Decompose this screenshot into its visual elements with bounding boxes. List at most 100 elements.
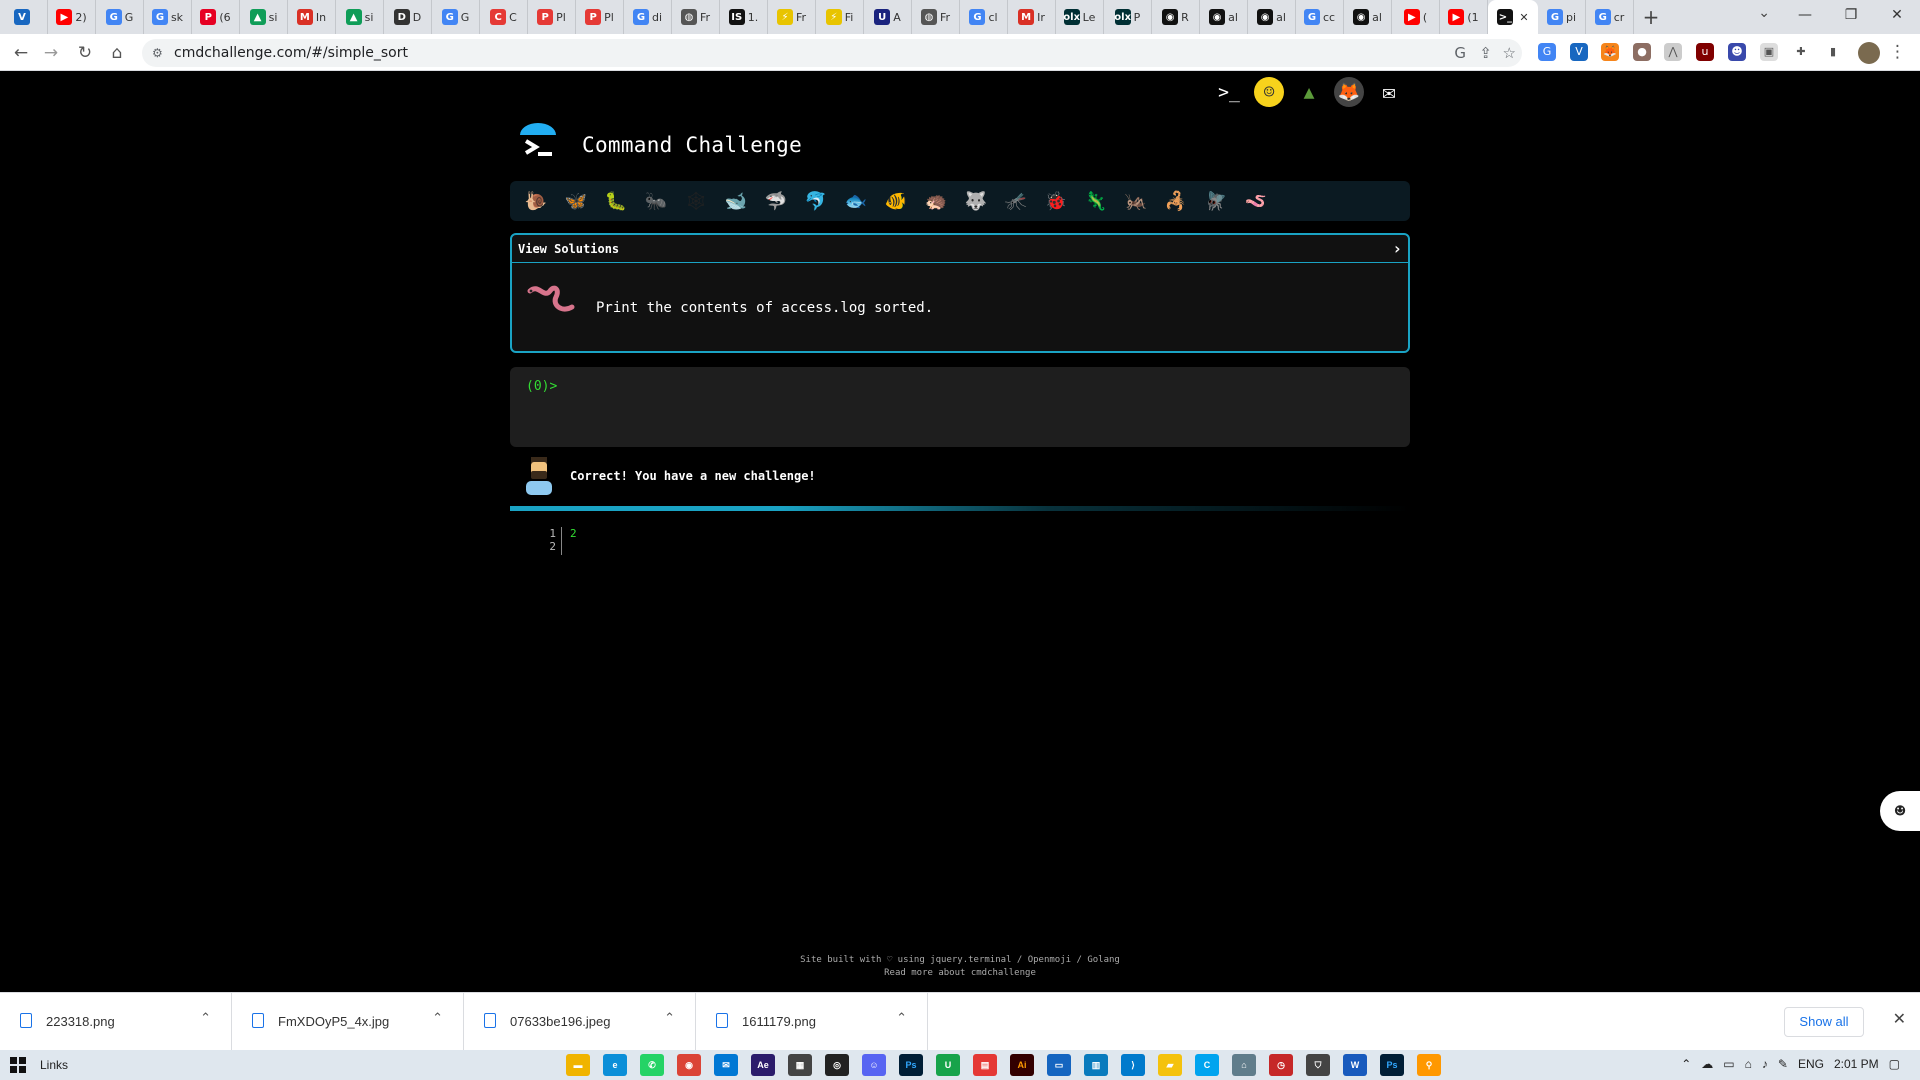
emoji-face-icon[interactable]: ☺ [1254, 77, 1284, 107]
worm-icon[interactable]: 🪱 [1236, 185, 1276, 217]
chevron-up-icon[interactable]: ⌃ [1681, 1057, 1691, 1071]
download-item[interactable]: 1611179.png ⌃ [696, 993, 928, 1050]
browser-tab[interactable]: ◍ Fr [912, 0, 960, 34]
notification-icon[interactable]: ▢ [1889, 1057, 1900, 1071]
download-item[interactable]: 223318.png ⌃ [0, 993, 232, 1050]
word-icon[interactable]: W [1343, 1054, 1367, 1076]
photoshop-icon[interactable]: Ps [1380, 1054, 1404, 1076]
bot-extension-icon[interactable]: ☻ [1728, 43, 1746, 61]
fish-icon[interactable]: 🐟 [836, 185, 876, 217]
footer-credits[interactable]: Site built with ♡ using jquery.terminal … [660, 954, 1260, 967]
caterpillar-icon[interactable]: 🐛 [596, 185, 636, 217]
ladybug-icon[interactable]: 🐞 [1036, 185, 1076, 217]
upwork-icon[interactable]: U [936, 1054, 960, 1076]
browser-tab[interactable]: GG [432, 0, 480, 34]
browser-tab[interactable]: ◍ Fr [672, 0, 720, 34]
browser-tab[interactable]: ◉ al [1344, 0, 1392, 34]
cloud-icon[interactable]: ☁ [1701, 1057, 1713, 1071]
browser-tab[interactable]: olx Le [1056, 0, 1104, 34]
browser-tab[interactable]: IS 1. [720, 0, 768, 34]
chat-bot-icon[interactable]: ☻ [1880, 791, 1920, 831]
browser-tab[interactable]: V [0, 0, 48, 34]
gitlab-icon[interactable]: 🦊 [1334, 77, 1364, 107]
browser-tab[interactable]: Gcl [960, 0, 1008, 34]
new-tab-button[interactable]: + [1634, 5, 1668, 29]
browser-c-icon[interactable]: C [1195, 1054, 1219, 1076]
ublock-extension-icon[interactable]: u [1696, 43, 1714, 61]
network-icon[interactable]: ⌂ [1745, 1057, 1752, 1071]
browser-tab[interactable]: ▶ 2) [48, 0, 96, 34]
lizard-icon[interactable]: 🦎 [1076, 185, 1116, 217]
after-effects-icon[interactable]: Ae [751, 1054, 775, 1076]
close-tab-icon[interactable]: ✕ [1519, 11, 1528, 24]
browser-tab[interactable]: DD [384, 0, 432, 34]
file-explorer-icon[interactable]: ▬ [566, 1054, 590, 1076]
browser-tab[interactable]: Gcr [1586, 0, 1634, 34]
mail-icon[interactable]: ✉ [1374, 77, 1404, 107]
browser-tab[interactable]: ◉ al [1200, 0, 1248, 34]
discord-icon[interactable]: ☺ [862, 1054, 886, 1076]
chevron-up-icon[interactable]: ⌃ [200, 1011, 211, 1026]
search-icon[interactable]: ⚲ [1417, 1054, 1441, 1076]
extensions-puzzle-icon[interactable]: ✚ [1792, 43, 1810, 61]
share-icon[interactable]: ⇪ [1479, 44, 1492, 62]
whale-icon[interactable]: 🐋 [716, 185, 756, 217]
volume-icon[interactable]: ♪ [1762, 1057, 1768, 1071]
browser-tab[interactable]: M In [288, 0, 336, 34]
photoshop-icon[interactable]: Ps [899, 1054, 923, 1076]
download-item[interactable]: FmXDOyP5_4x.jpg ⌃ [232, 993, 464, 1050]
browser-tab[interactable]: ▶ (1 [1440, 0, 1488, 34]
snail-icon[interactable]: 🐌 [516, 185, 556, 217]
terminal-logo-icon[interactable]: >_ [1214, 77, 1244, 107]
browser-tab[interactable]: >_ ✕ [1488, 0, 1538, 34]
browser-tab[interactable]: ◉ R [1152, 0, 1200, 34]
illustrator-icon[interactable]: Ai [1010, 1054, 1034, 1076]
vscode-icon[interactable]: ⟩ [1121, 1054, 1145, 1076]
browser-menu-icon[interactable]: ⋮ [1889, 42, 1906, 62]
minimize-button[interactable]: — [1782, 0, 1828, 30]
profile-avatar[interactable] [1858, 42, 1880, 64]
browser-tab[interactable]: CC [480, 0, 528, 34]
pen-icon[interactable]: ✎ [1778, 1057, 1788, 1071]
browser-tab[interactable]: UA [864, 0, 912, 34]
browser-tab[interactable]: Gdi [624, 0, 672, 34]
vuetify-extension-icon[interactable]: V [1570, 43, 1588, 61]
download-filename[interactable]: 223318.png [46, 1014, 115, 1029]
language-indicator[interactable]: ENG [1798, 1057, 1824, 1071]
chevron-right-icon[interactable]: › [1392, 239, 1402, 258]
download-filename[interactable]: FmXDOyP5_4x.jpg [278, 1014, 389, 1029]
notepad-icon[interactable]: ▥ [1084, 1054, 1108, 1076]
spider-web-icon[interactable]: 🕸 [676, 185, 716, 217]
butterfly-icon[interactable]: 🦋 [556, 185, 596, 217]
browser-tab[interactable]: M Ir [1008, 0, 1056, 34]
browser-tab[interactable]: ◉ al [1248, 0, 1296, 34]
scorpion-icon[interactable]: 🦂 [1156, 185, 1196, 217]
chevron-up-icon[interactable]: ⌃ [432, 1011, 443, 1026]
tab-search-icon[interactable]: ⌄ [1758, 5, 1770, 21]
edge-icon[interactable]: e [603, 1054, 627, 1076]
cookie-extension-icon[interactable]: ● [1633, 43, 1651, 61]
links-toolbar[interactable]: Links [40, 1058, 68, 1072]
google-lens-icon[interactable]: G [1454, 44, 1466, 62]
browser-tab[interactable]: ⚡ Fi [816, 0, 864, 34]
browser-tab[interactable]: ▲ si [336, 0, 384, 34]
obs-icon[interactable]: ◎ [825, 1054, 849, 1076]
browser-tab[interactable]: Gpi [1538, 0, 1586, 34]
battery-icon[interactable]: ▭ [1723, 1057, 1734, 1071]
close-window-button[interactable]: ✕ [1874, 0, 1920, 30]
shield-icon[interactable]: ⛉ [1306, 1054, 1330, 1076]
metamask-extension-icon[interactable]: 🦊 [1601, 43, 1619, 61]
address-bar[interactable]: ⚙ cmdchallenge.com/#/simple_sort G ⇪ ☆ [142, 39, 1522, 67]
maximize-button[interactable]: ❐ [1828, 0, 1874, 30]
browser-tab[interactable]: P Pl [576, 0, 624, 34]
chrome-icon[interactable]: ◉ [677, 1054, 701, 1076]
download-item[interactable]: 07633be196.jpeg ⌃ [464, 993, 696, 1050]
close-icon[interactable]: ✕ [1893, 1009, 1906, 1028]
ant-icon[interactable]: 🐜 [636, 185, 676, 217]
browser-tab[interactable]: P Pl [528, 0, 576, 34]
mountain-extension-icon[interactable]: ⋀ [1664, 43, 1682, 61]
side-panel-icon[interactable]: ▮ [1824, 43, 1842, 61]
tree-icon[interactable]: ▲ [1294, 77, 1324, 107]
forward-icon[interactable]: → [40, 42, 62, 64]
clock-time[interactable]: 2:01 PM [1834, 1057, 1879, 1071]
